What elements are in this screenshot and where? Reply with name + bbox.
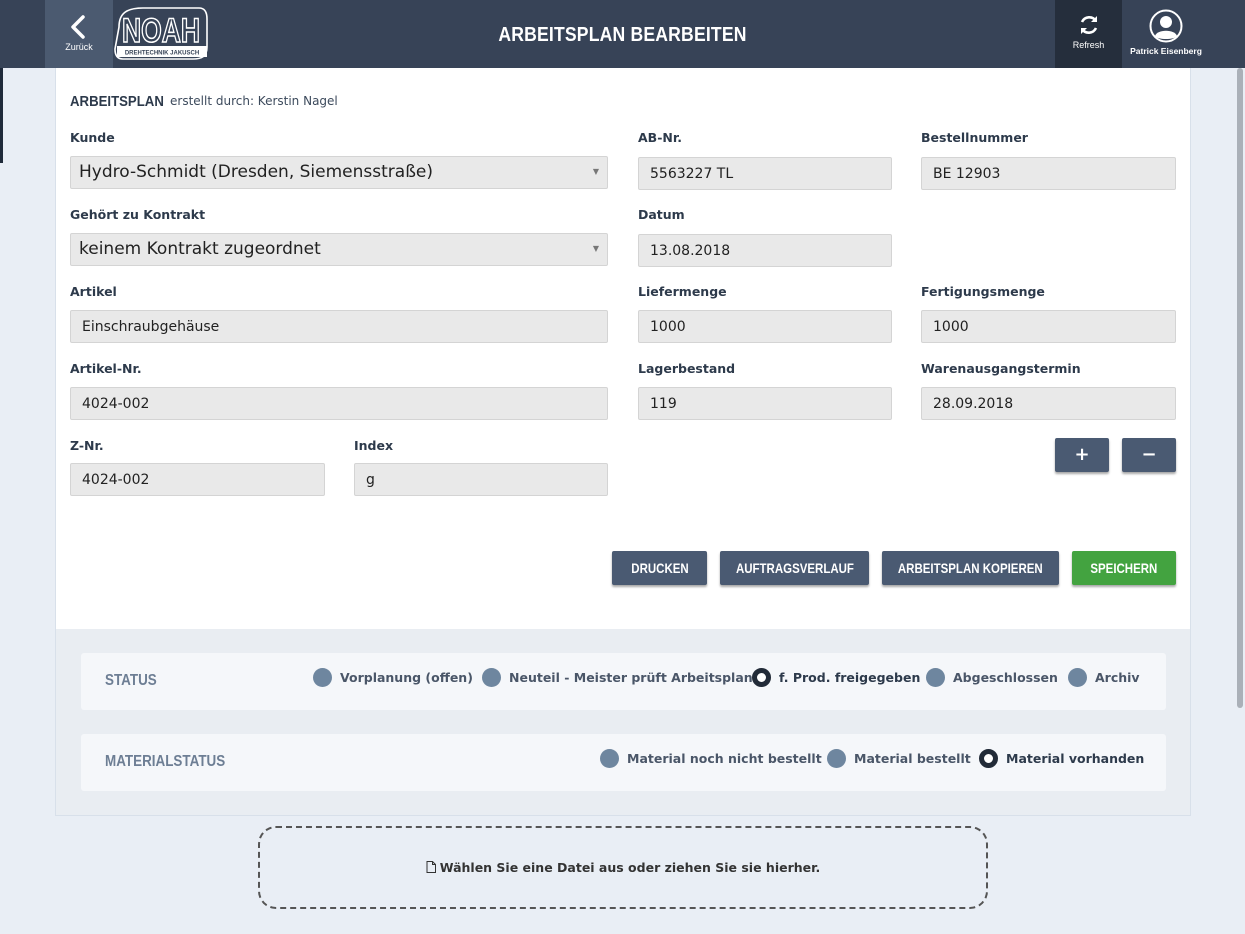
- back-label: Zurück: [65, 42, 93, 52]
- save-button[interactable]: SPEICHERN: [1072, 551, 1176, 585]
- ab-nr-label: AB-Nr.: [638, 130, 682, 145]
- dropzone-content: Wählen Sie eine Datei aus oder ziehen Si…: [260, 860, 986, 875]
- status-radio-freigegeben[interactable]: f. Prod. freigegeben: [752, 667, 920, 687]
- caret-down-icon: ▼: [592, 167, 599, 176]
- user-name: Patrick Eisenberg: [1130, 46, 1202, 56]
- kunde-select[interactable]: Hydro-Schmidt (Dresden, Siemensstraße) ▼: [70, 156, 608, 189]
- caret-down-icon: ▼: [592, 244, 599, 253]
- warenausgangstermin-label: Warenausgangstermin: [921, 361, 1081, 376]
- status-title: STATUS: [105, 672, 157, 689]
- materialstatus-title: MATERIALSTATUS: [105, 753, 226, 770]
- radio-icon: [827, 748, 846, 768]
- fertigungsmenge-label: Fertigungsmenge: [921, 284, 1045, 299]
- kontrakt-select[interactable]: keinem Kontrakt zugeordnet ▼: [70, 233, 608, 266]
- radio-label: Material vorhanden: [1006, 750, 1145, 766]
- radio-icon: [313, 667, 332, 687]
- status-box: STATUS Vorplanung (offen) Neuteil - Meis…: [81, 653, 1166, 710]
- bestellnummer-field[interactable]: BE 12903: [921, 157, 1176, 190]
- material-radio-nicht-bestellt[interactable]: Material noch nicht bestellt: [600, 748, 822, 768]
- scrollbar[interactable]: [1237, 68, 1243, 708]
- save-label: SPEICHERN: [1090, 560, 1158, 576]
- artikel-label: Artikel: [70, 284, 117, 299]
- status-radio-neuteil[interactable]: Neuteil - Meister prüft Arbeitsplan: [482, 667, 753, 687]
- chevron-left-icon: [71, 15, 85, 39]
- radio-selected-icon: [979, 748, 998, 768]
- liefermenge-field[interactable]: 1000: [638, 310, 892, 343]
- material-radio-vorhanden[interactable]: Material vorhanden: [979, 748, 1144, 768]
- refresh-icon: [1080, 16, 1097, 34]
- artikel-nr-label: Artikel-Nr.: [70, 361, 142, 376]
- user-avatar-icon: [1149, 9, 1183, 43]
- radio-label: Material noch nicht bestellt: [627, 750, 822, 766]
- user-profile-button[interactable]: Patrick Eisenberg: [1122, 0, 1210, 68]
- z-nr-field[interactable]: 4024-002: [70, 463, 325, 496]
- radio-label: f. Prod. freigegeben: [779, 669, 921, 685]
- materialstatus-box: MATERIALSTATUS Material noch nicht beste…: [81, 734, 1166, 791]
- plan-title: ARBEITSPLAN: [70, 93, 164, 110]
- radio-label: Abgeschlossen: [953, 669, 1058, 685]
- fertigungsmenge-field[interactable]: 1000: [921, 310, 1176, 343]
- z-nr-label: Z-Nr.: [70, 438, 104, 453]
- file-pdf-icon: [426, 861, 436, 873]
- remove-button[interactable]: −: [1122, 438, 1176, 472]
- radio-icon: [926, 667, 945, 687]
- copy-plan-label: ARBEITSPLAN KOPIEREN: [898, 560, 1043, 576]
- status-radio-abgeschlossen[interactable]: Abgeschlossen: [926, 667, 1058, 687]
- back-button[interactable]: Zurück: [45, 0, 113, 68]
- page-title: ARBEITSPLAN BEARBEITEN: [498, 24, 747, 46]
- kunde-label: Kunde: [70, 130, 115, 145]
- kontrakt-label: Gehört zu Kontrakt: [70, 207, 206, 222]
- refresh-button[interactable]: Refresh: [1055, 0, 1122, 68]
- dropzone-text: Wählen Sie eine Datei aus oder ziehen Si…: [439, 860, 821, 875]
- kunde-value: Hydro-Schmidt (Dresden, Siemensstraße): [79, 162, 433, 182]
- radio-label: Material bestellt: [854, 750, 971, 766]
- plan-created-by: erstellt durch: Kerstin Nagel: [170, 94, 338, 108]
- file-dropzone[interactable]: Wählen Sie eine Datei aus oder ziehen Si…: [258, 826, 988, 909]
- radio-icon: [600, 748, 619, 768]
- refresh-label: Refresh: [1072, 40, 1105, 50]
- order-history-label: AUFTRAGSVERLAUF: [735, 560, 854, 576]
- order-history-button[interactable]: AUFTRAGSVERLAUF: [720, 551, 869, 585]
- print-button[interactable]: DRUCKEN: [612, 551, 707, 585]
- liefermenge-label: Liefermenge: [638, 284, 727, 299]
- radio-label: Vorplanung (offen): [340, 669, 473, 685]
- kontrakt-value: keinem Kontrakt zugeordnet: [79, 239, 321, 259]
- datum-field[interactable]: 13.08.2018: [638, 234, 892, 267]
- warenausgangstermin-field[interactable]: 28.09.2018: [921, 387, 1176, 420]
- status-radio-archiv[interactable]: Archiv: [1068, 667, 1140, 687]
- index-label: Index: [354, 438, 394, 453]
- ab-nr-field[interactable]: 5563227 TL: [638, 157, 892, 190]
- bestellnummer-label: Bestellnummer: [921, 130, 1028, 145]
- company-logo: NOAH DREHTECHNIK JAKUSCH: [114, 7, 208, 60]
- logo-subtext: DREHTECHNIK JAKUSCH: [125, 51, 199, 57]
- top-bar: Zurück NOAH DREHTECHNIK JAKUSCH ARBEITSP…: [0, 0, 1245, 68]
- radio-icon: [1068, 667, 1087, 687]
- artikel-nr-field[interactable]: 4024-002: [70, 387, 608, 420]
- logo-text: NOAH: [122, 12, 200, 50]
- index-field[interactable]: g: [354, 463, 608, 496]
- copy-plan-button[interactable]: ARBEITSPLAN KOPIEREN: [882, 551, 1059, 585]
- artikel-field[interactable]: Einschraubgehäuse: [70, 310, 608, 343]
- radio-label: Archiv: [1095, 669, 1140, 685]
- radio-label: Neuteil - Meister prüft Arbeitsplan: [509, 669, 753, 685]
- left-edge: [0, 68, 3, 163]
- lagerbestand-field[interactable]: 119: [638, 387, 892, 420]
- status-radio-vorplanung[interactable]: Vorplanung (offen): [313, 667, 473, 687]
- print-button-label: DRUCKEN: [630, 560, 689, 576]
- radio-icon: [482, 667, 501, 687]
- material-radio-bestellt[interactable]: Material bestellt: [827, 748, 971, 768]
- lagerbestand-label: Lagerbestand: [638, 361, 736, 376]
- radio-selected-icon: [752, 667, 771, 687]
- add-button[interactable]: +: [1055, 438, 1109, 472]
- datum-label: Datum: [638, 207, 685, 222]
- plan-heading: ARBEITSPLAN erstellt durch: Kerstin Nage…: [70, 91, 338, 110]
